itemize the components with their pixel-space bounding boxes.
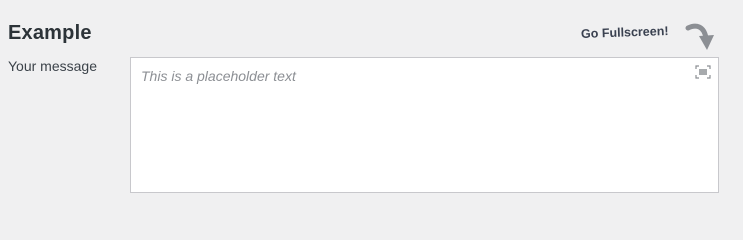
curved-arrow-down-icon [685,23,714,50]
section-title: Example [8,22,92,44]
fullscreen-callout: Go Fullscreen! [580,22,720,52]
message-textarea[interactable] [131,58,718,192]
fullscreen-icon[interactable] [695,65,711,79]
callout-text: Go Fullscreen! [580,23,669,41]
message-label: Your message [8,58,97,74]
message-editor [130,57,719,193]
